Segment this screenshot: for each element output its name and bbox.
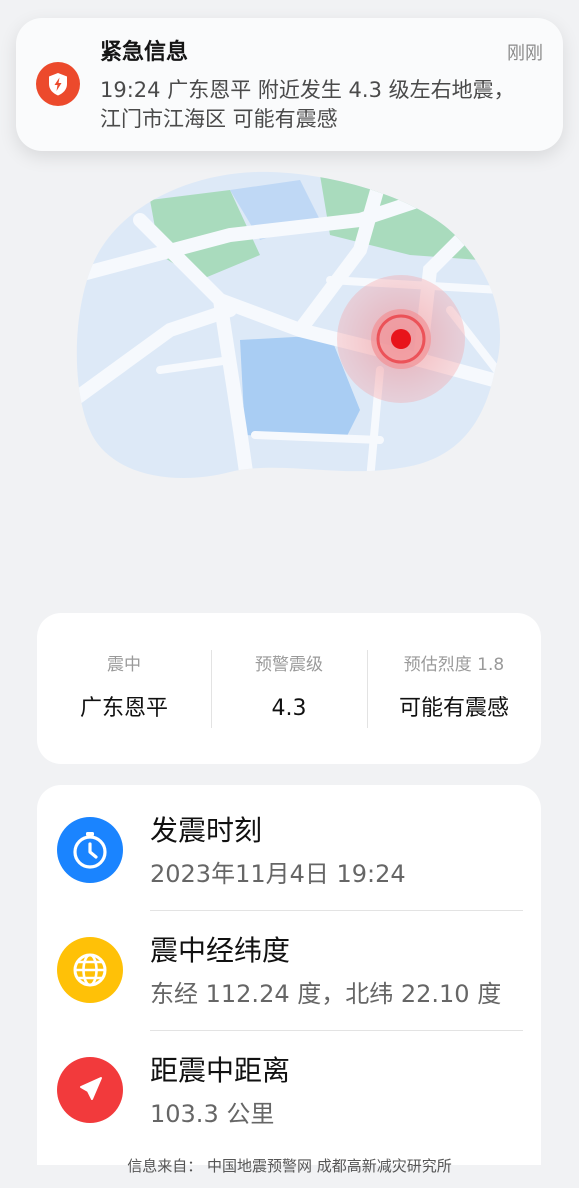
magnitude-column: 预警震级 4.3	[211, 613, 367, 764]
alert-shield-icon	[36, 62, 80, 106]
epicenter-label: 震中	[107, 655, 141, 675]
detail-value: 2023年11月4日 19:24	[150, 860, 406, 888]
earthquake-summary-card: 震中 广东恩平 预警震级 4.3 预估烈度 1.8 可能有震感	[37, 613, 541, 764]
intensity-column: 预估烈度 1.8 可能有震感	[367, 613, 541, 764]
clock-icon	[57, 817, 123, 883]
detail-title: 震中经纬度	[150, 934, 291, 967]
detail-value: 103.3 公里	[150, 1100, 275, 1128]
emergency-notification[interactable]: 紧急信息 刚刚 19:24 广东恩平 附近发生 4.3 级左右地震，江门市江海区…	[16, 18, 563, 151]
data-source-footer: 信息来自： 中国地震预警网 成都高新减灾研究所	[127, 1157, 452, 1175]
notification-time: 刚刚	[507, 43, 543, 64]
notification-body: 19:24 广东恩平 附近发生 4.3 级左右地震，江门市江海区 可能有震感	[100, 78, 515, 131]
detail-title: 距震中距离	[150, 1054, 291, 1087]
earthquake-detail-card: 发震时刻 2023年11月4日 19:24 震中经纬度 东经 112.24 度，…	[37, 785, 541, 1165]
detail-value: 东经 112.24 度，北纬 22.10 度	[150, 980, 502, 1008]
intensity-label: 预估烈度 1.8	[403, 655, 505, 675]
magnitude-label: 预警震级	[255, 655, 323, 675]
epicenter-column: 震中 广东恩平	[37, 613, 211, 764]
detail-row-time: 发震时刻 2023年11月4日 19:24	[37, 785, 541, 903]
notification-title: 紧急信息	[100, 40, 189, 65]
detail-title: 发震时刻	[150, 814, 263, 847]
globe-icon	[57, 937, 123, 1003]
detail-row-distance: 距震中距离 103.3 公里	[37, 1025, 541, 1143]
epicenter-marker-icon	[391, 329, 411, 349]
epicenter-value: 广东恩平	[79, 696, 168, 721]
epicenter-map	[0, 160, 579, 500]
intensity-value: 可能有震感	[398, 696, 509, 721]
detail-row-coordinates: 震中经纬度 东经 112.24 度，北纬 22.10 度	[37, 905, 541, 1023]
navigation-arrow-icon	[57, 1057, 123, 1123]
magnitude-value: 4.3	[271, 696, 307, 721]
